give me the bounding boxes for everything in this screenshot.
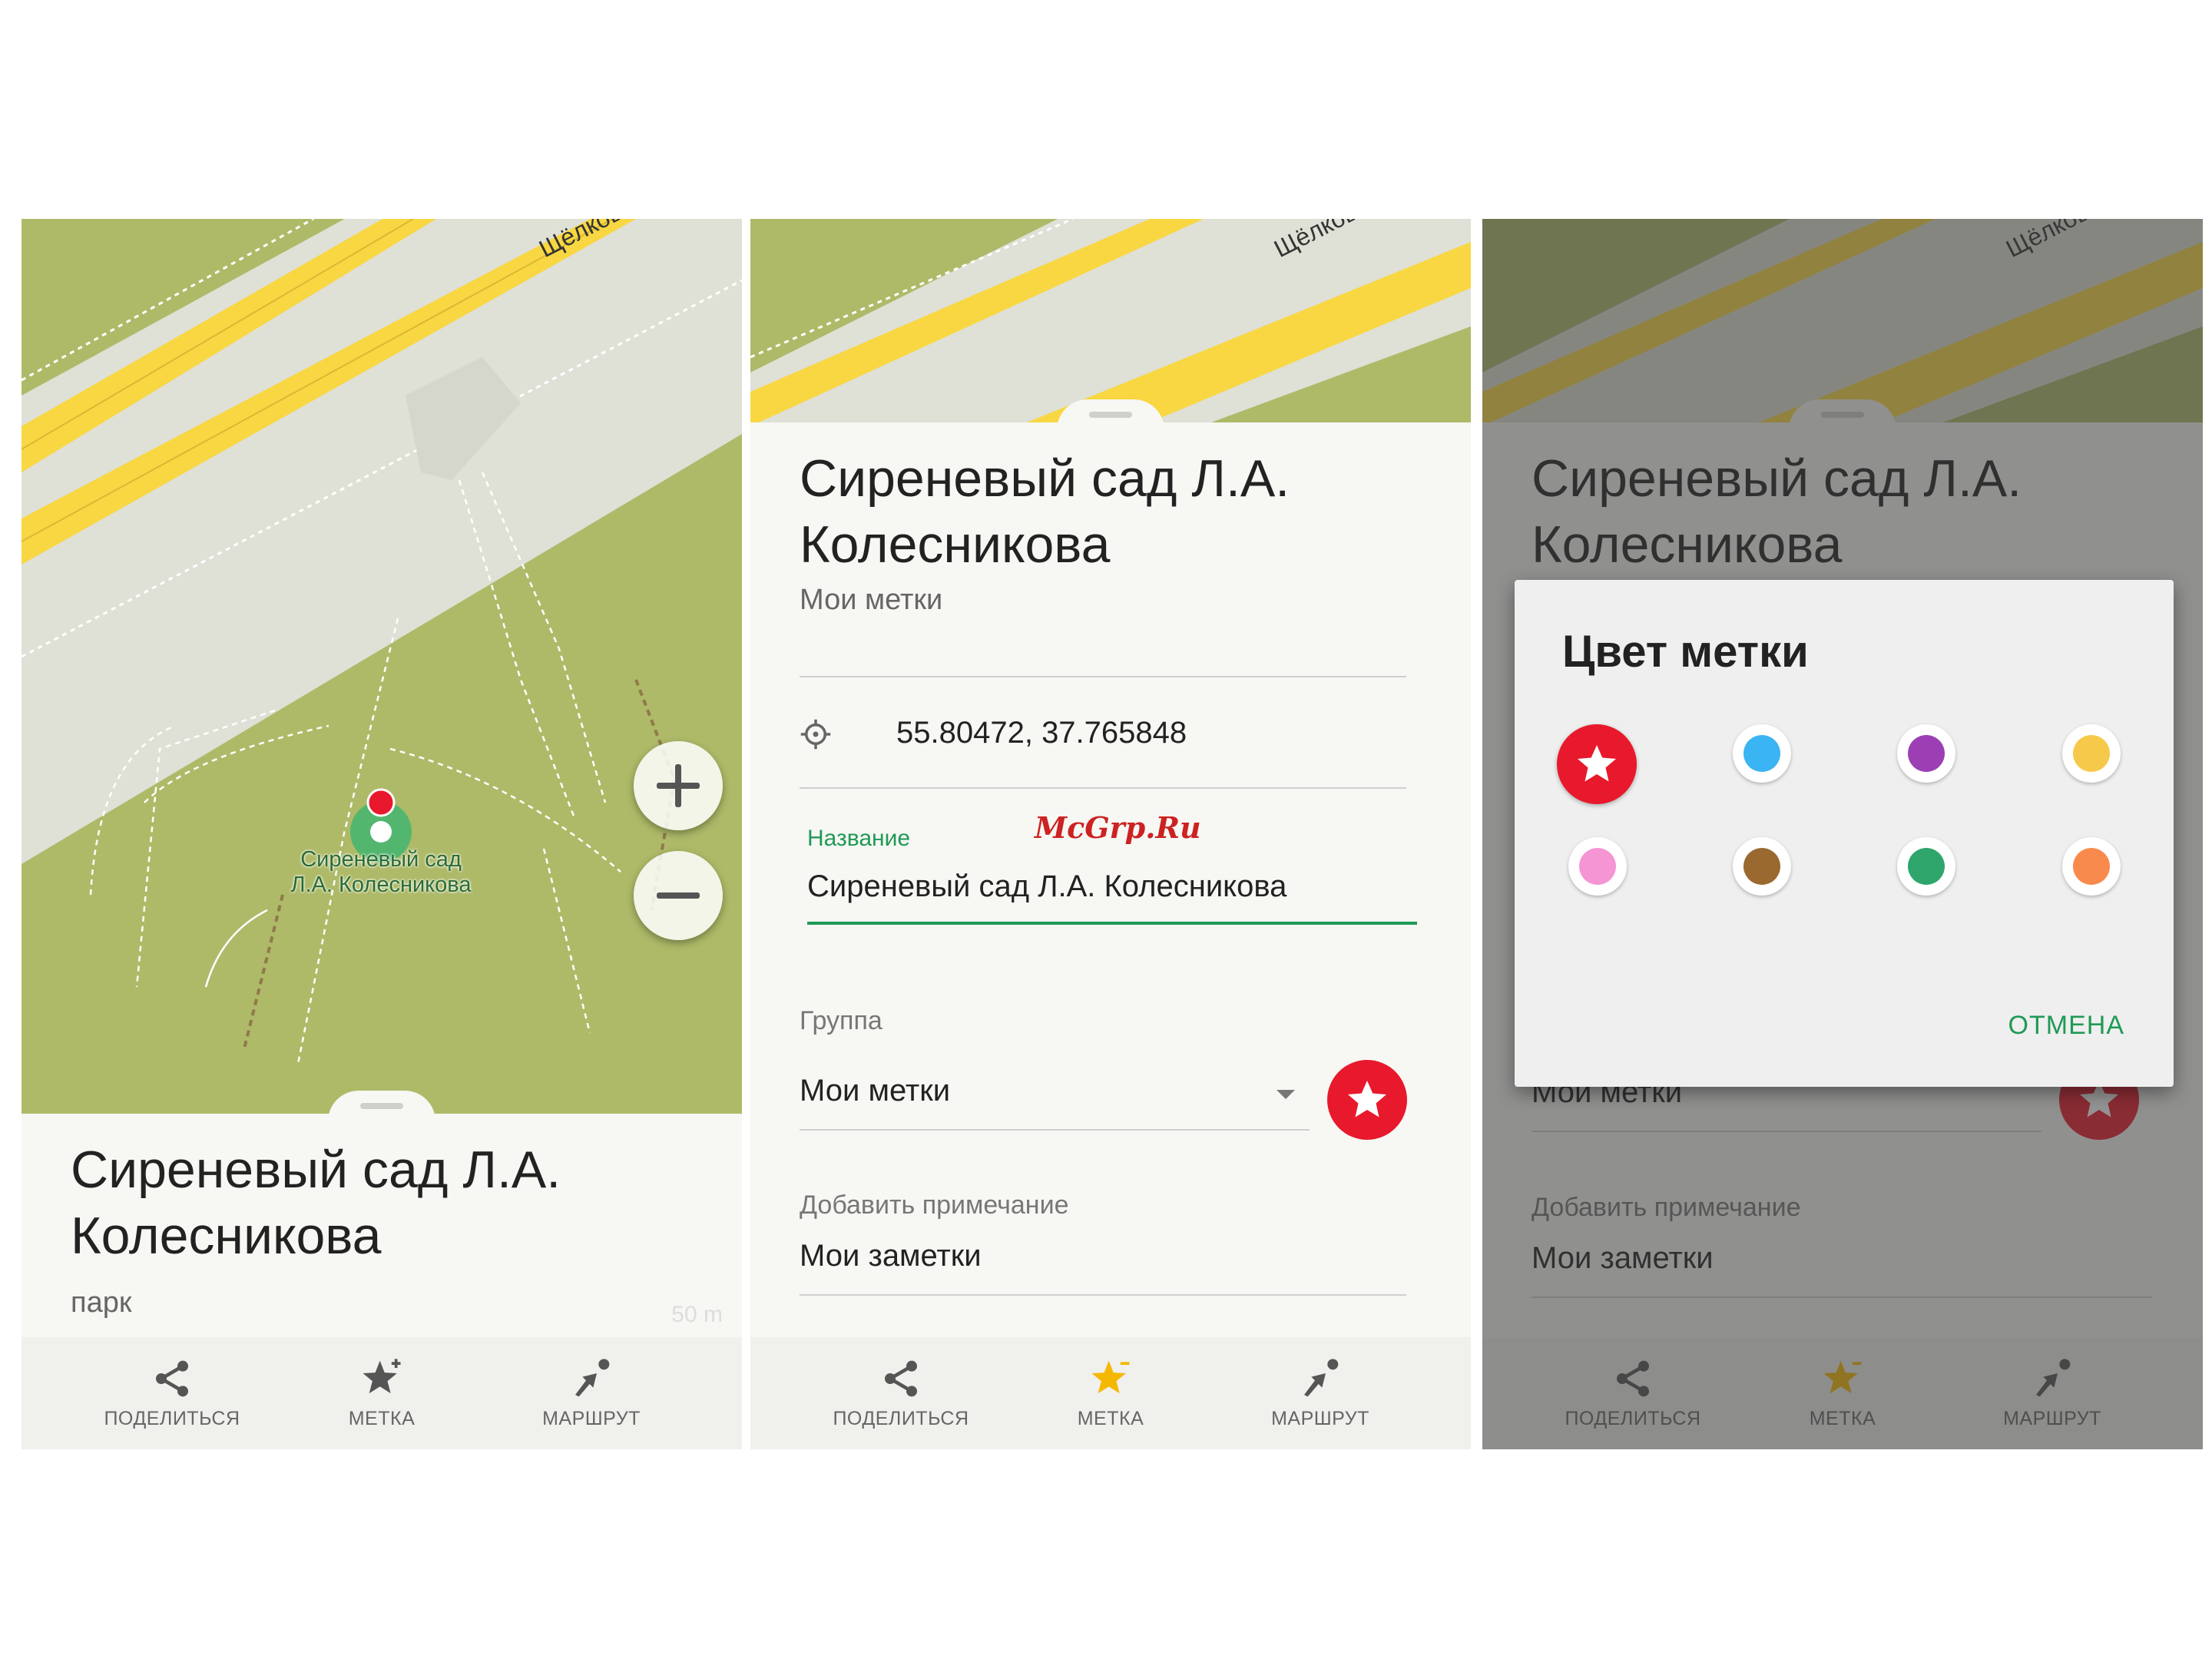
- map-canvas-top[interactable]: [750, 219, 1471, 422]
- action-bar: ПОДЕЛИТЬСЯ МЕТКА МАРШРУТ: [750, 1337, 1471, 1449]
- color-option-blue[interactable]: [1733, 724, 1791, 783]
- color-option-orange[interactable]: [2062, 837, 2121, 896]
- share-button[interactable]: ПОДЕЛИТЬСЯ: [809, 1357, 993, 1430]
- route-arrow-icon: [1304, 1359, 1339, 1397]
- place-type: парк: [71, 1286, 132, 1319]
- share-icon: [156, 1360, 188, 1397]
- place-title: Сиреневый сад Л.А. Колесникова: [800, 449, 1290, 574]
- color-option-pink[interactable]: [1568, 837, 1627, 896]
- star-add-icon: [363, 1359, 401, 1394]
- zoom-out-button[interactable]: [634, 851, 723, 940]
- cancel-button[interactable]: ОТМЕНА: [2008, 1011, 2124, 1041]
- bookmark-label: МЕТКА: [348, 1408, 416, 1429]
- color-option-green[interactable]: [1897, 837, 1955, 896]
- name-input-underline: [807, 922, 1417, 925]
- action-bar: ПОДЕЛИТЬСЯ МЕТКА МАРШРУТ: [22, 1337, 742, 1449]
- color-option-purple[interactable]: [1897, 724, 1955, 783]
- poi-label-line2: Л.А. Колесникова: [290, 873, 472, 897]
- bookmark-button[interactable]: МЕТКА: [1018, 1357, 1203, 1430]
- note-field-label: Добавить примечание: [800, 1190, 1069, 1220]
- star-icon: [1578, 745, 1616, 782]
- poi-label-line1: Сиреневый сад: [300, 847, 462, 872]
- bookmark-color-button[interactable]: [1327, 1060, 1407, 1140]
- zoom-in-button[interactable]: [634, 741, 723, 830]
- screen-map-view: Щёлковск Сиреневый сад Л.А. Колесникова …: [22, 219, 742, 1449]
- star-icon: [1348, 1081, 1386, 1118]
- chevron-down-icon[interactable]: [1277, 1090, 1295, 1099]
- place-title: Сиреневый сад Л.А. Колесникова: [71, 1141, 561, 1265]
- group-select[interactable]: Мои метки: [800, 1074, 950, 1108]
- map-canvas[interactable]: [22, 219, 742, 1114]
- route-label: МАРШРУТ: [542, 1408, 641, 1429]
- map-scale-label: 50 m: [671, 1302, 723, 1327]
- share-label: ПОДЕЛИТЬСЯ: [104, 1408, 240, 1429]
- route-button[interactable]: МАРШРУТ: [499, 1357, 684, 1430]
- color-picker-dialog: Цвет метки ОТМЕНА: [1515, 580, 2174, 1087]
- color-option-red-selected[interactable]: [1557, 724, 1637, 804]
- star-remove-icon: [1091, 1360, 1130, 1394]
- screen-color-picker: Щёлковск Сиреневый сад Л.А. Колесникова …: [1482, 219, 2203, 1449]
- watermark-text: McGrp.Ru: [1035, 810, 1201, 845]
- dialog-title: Цвет метки: [1562, 627, 1809, 677]
- route-label: МАРШРУТ: [1271, 1408, 1369, 1429]
- crosshair-icon: [800, 719, 831, 750]
- map-graphic: [22, 219, 742, 1114]
- coordinates-value[interactable]: 55.80472, 37.765848: [896, 716, 1187, 750]
- color-option-brown[interactable]: [1733, 837, 1791, 896]
- note-input[interactable]: Мои заметки: [800, 1239, 982, 1273]
- share-label: ПОДЕЛИТЬСЯ: [833, 1408, 969, 1429]
- share-icon: [885, 1360, 917, 1397]
- group-field-label: Группа: [800, 1006, 882, 1035]
- group-subtitle: Мои метки: [800, 584, 943, 616]
- sheet-drag-handle[interactable]: [360, 1103, 403, 1109]
- name-input[interactable]: Сиреневый сад Л.А. Колесникова: [807, 869, 1286, 904]
- bookmark-button[interactable]: МЕТКА: [290, 1357, 474, 1430]
- share-button[interactable]: ПОДЕЛИТЬСЯ: [80, 1357, 264, 1430]
- name-field-label: Название: [807, 826, 911, 851]
- route-arrow-icon: [575, 1359, 610, 1397]
- edit-sheet: Сиреневый сад Л.А. Колесникова Мои метки…: [750, 399, 1471, 1449]
- map-graphic: [750, 219, 1471, 422]
- route-button[interactable]: МАРШРУТ: [1228, 1357, 1412, 1430]
- color-option-yellow[interactable]: [2062, 724, 2121, 783]
- map-poi-label[interactable]: Сиреневый сад Л.А. Колесникова: [273, 847, 488, 898]
- sheet-drag-handle[interactable]: [1089, 412, 1132, 418]
- bookmark-label: МЕТКА: [1077, 1408, 1144, 1429]
